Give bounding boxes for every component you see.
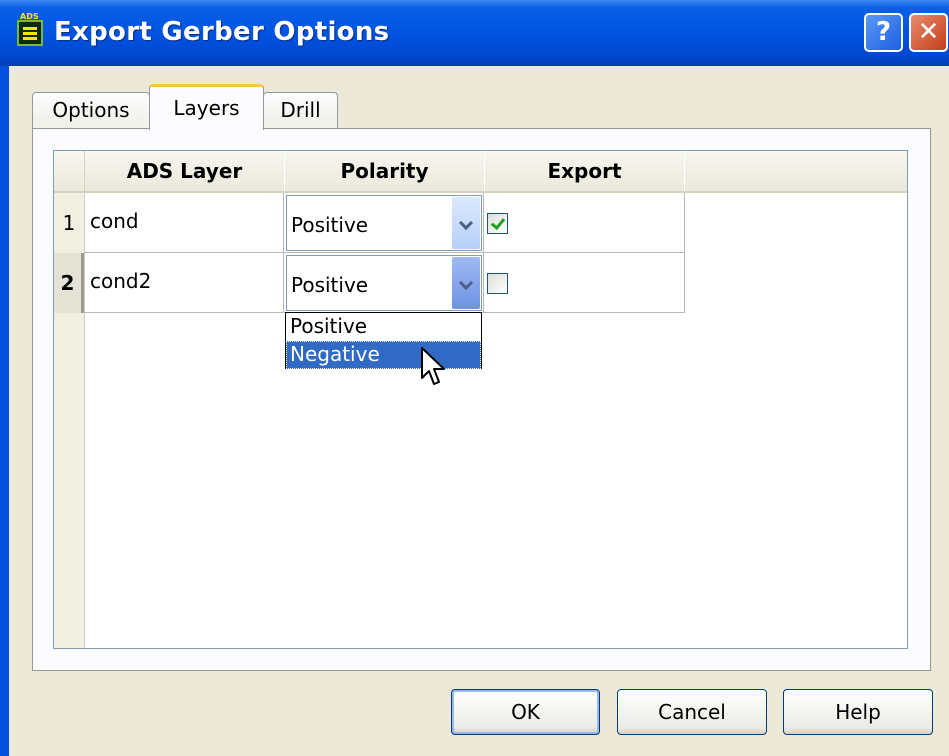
- polarity-select[interactable]: Positive: [286, 195, 482, 251]
- row-number[interactable]: 1: [54, 193, 84, 253]
- column-header-polarity[interactable]: Polarity: [284, 151, 484, 193]
- polarity-value: Positive: [291, 213, 369, 237]
- column-header-empty: [684, 151, 907, 193]
- title-bar[interactable]: Export Gerber Options ? ✕: [0, 0, 949, 66]
- column-header-ads-layer[interactable]: ADS Layer: [84, 151, 284, 193]
- window-title: Export Gerber Options: [54, 17, 390, 47]
- window-frame-left: [0, 66, 9, 756]
- polarity-value: Positive: [291, 273, 369, 297]
- grid-corner: [54, 151, 84, 193]
- help-button[interactable]: Help: [783, 689, 933, 735]
- column-header-export[interactable]: Export: [484, 151, 684, 193]
- export-cell: [484, 253, 685, 313]
- polarity-cell: Positive: [284, 193, 484, 253]
- cancel-button[interactable]: Cancel: [617, 689, 767, 735]
- close-button[interactable]: ✕: [909, 13, 948, 52]
- export-checkbox[interactable]: [487, 213, 508, 234]
- tab-layers[interactable]: Layers: [149, 84, 264, 130]
- option-negative[interactable]: Negative: [286, 341, 481, 369]
- tab-drill[interactable]: Drill: [263, 92, 338, 128]
- chevron-down-icon[interactable]: [452, 257, 480, 309]
- layer-name-cell[interactable]: cond: [84, 193, 284, 253]
- help-title-button[interactable]: ?: [864, 13, 903, 52]
- layers-grid[interactable]: ADS Layer Polarity Export 1 cond Positiv…: [53, 150, 908, 649]
- polarity-cell: Positive: [284, 253, 484, 313]
- layer-name-cell[interactable]: cond2: [84, 253, 284, 313]
- export-checkbox[interactable]: [487, 273, 508, 294]
- tab-options[interactable]: Options: [32, 92, 150, 128]
- chevron-down-icon[interactable]: [452, 197, 480, 249]
- option-positive[interactable]: Positive: [286, 313, 481, 341]
- ok-button[interactable]: OK: [451, 689, 600, 735]
- row-number[interactable]: 2: [54, 253, 84, 313]
- mouse-pointer-icon: [421, 347, 445, 385]
- export-cell: [484, 193, 685, 253]
- polarity-dropdown-list[interactable]: Positive Negative: [285, 312, 482, 369]
- ads-app-icon: [17, 12, 43, 46]
- polarity-select[interactable]: Positive: [286, 255, 482, 311]
